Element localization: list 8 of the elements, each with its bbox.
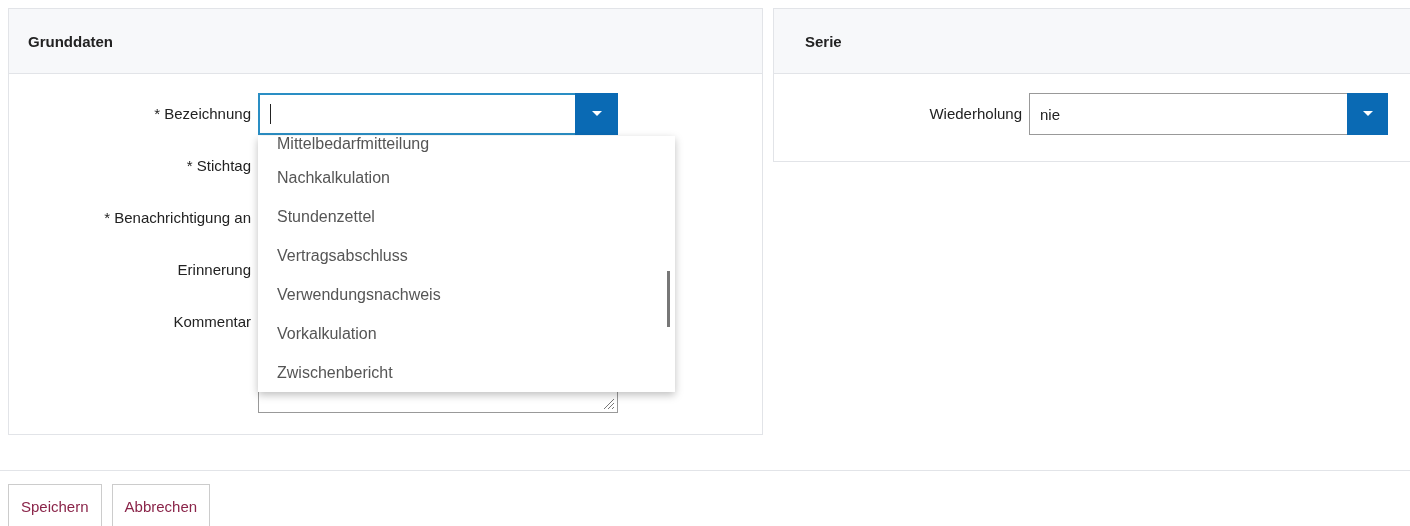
- field-label: * Stichtag: [185, 156, 252, 176]
- field-label: Erinnerung: [176, 260, 252, 280]
- field-label: * Bezeichnung: [153, 104, 252, 124]
- field-label: Kommentar: [172, 312, 252, 332]
- panel-title: Grunddaten: [28, 32, 113, 50]
- field-label: * Benachrichtigung an: [103, 208, 252, 228]
- panel-title: Serie: [805, 32, 842, 50]
- field-label: Wiederholung: [928, 104, 1023, 124]
